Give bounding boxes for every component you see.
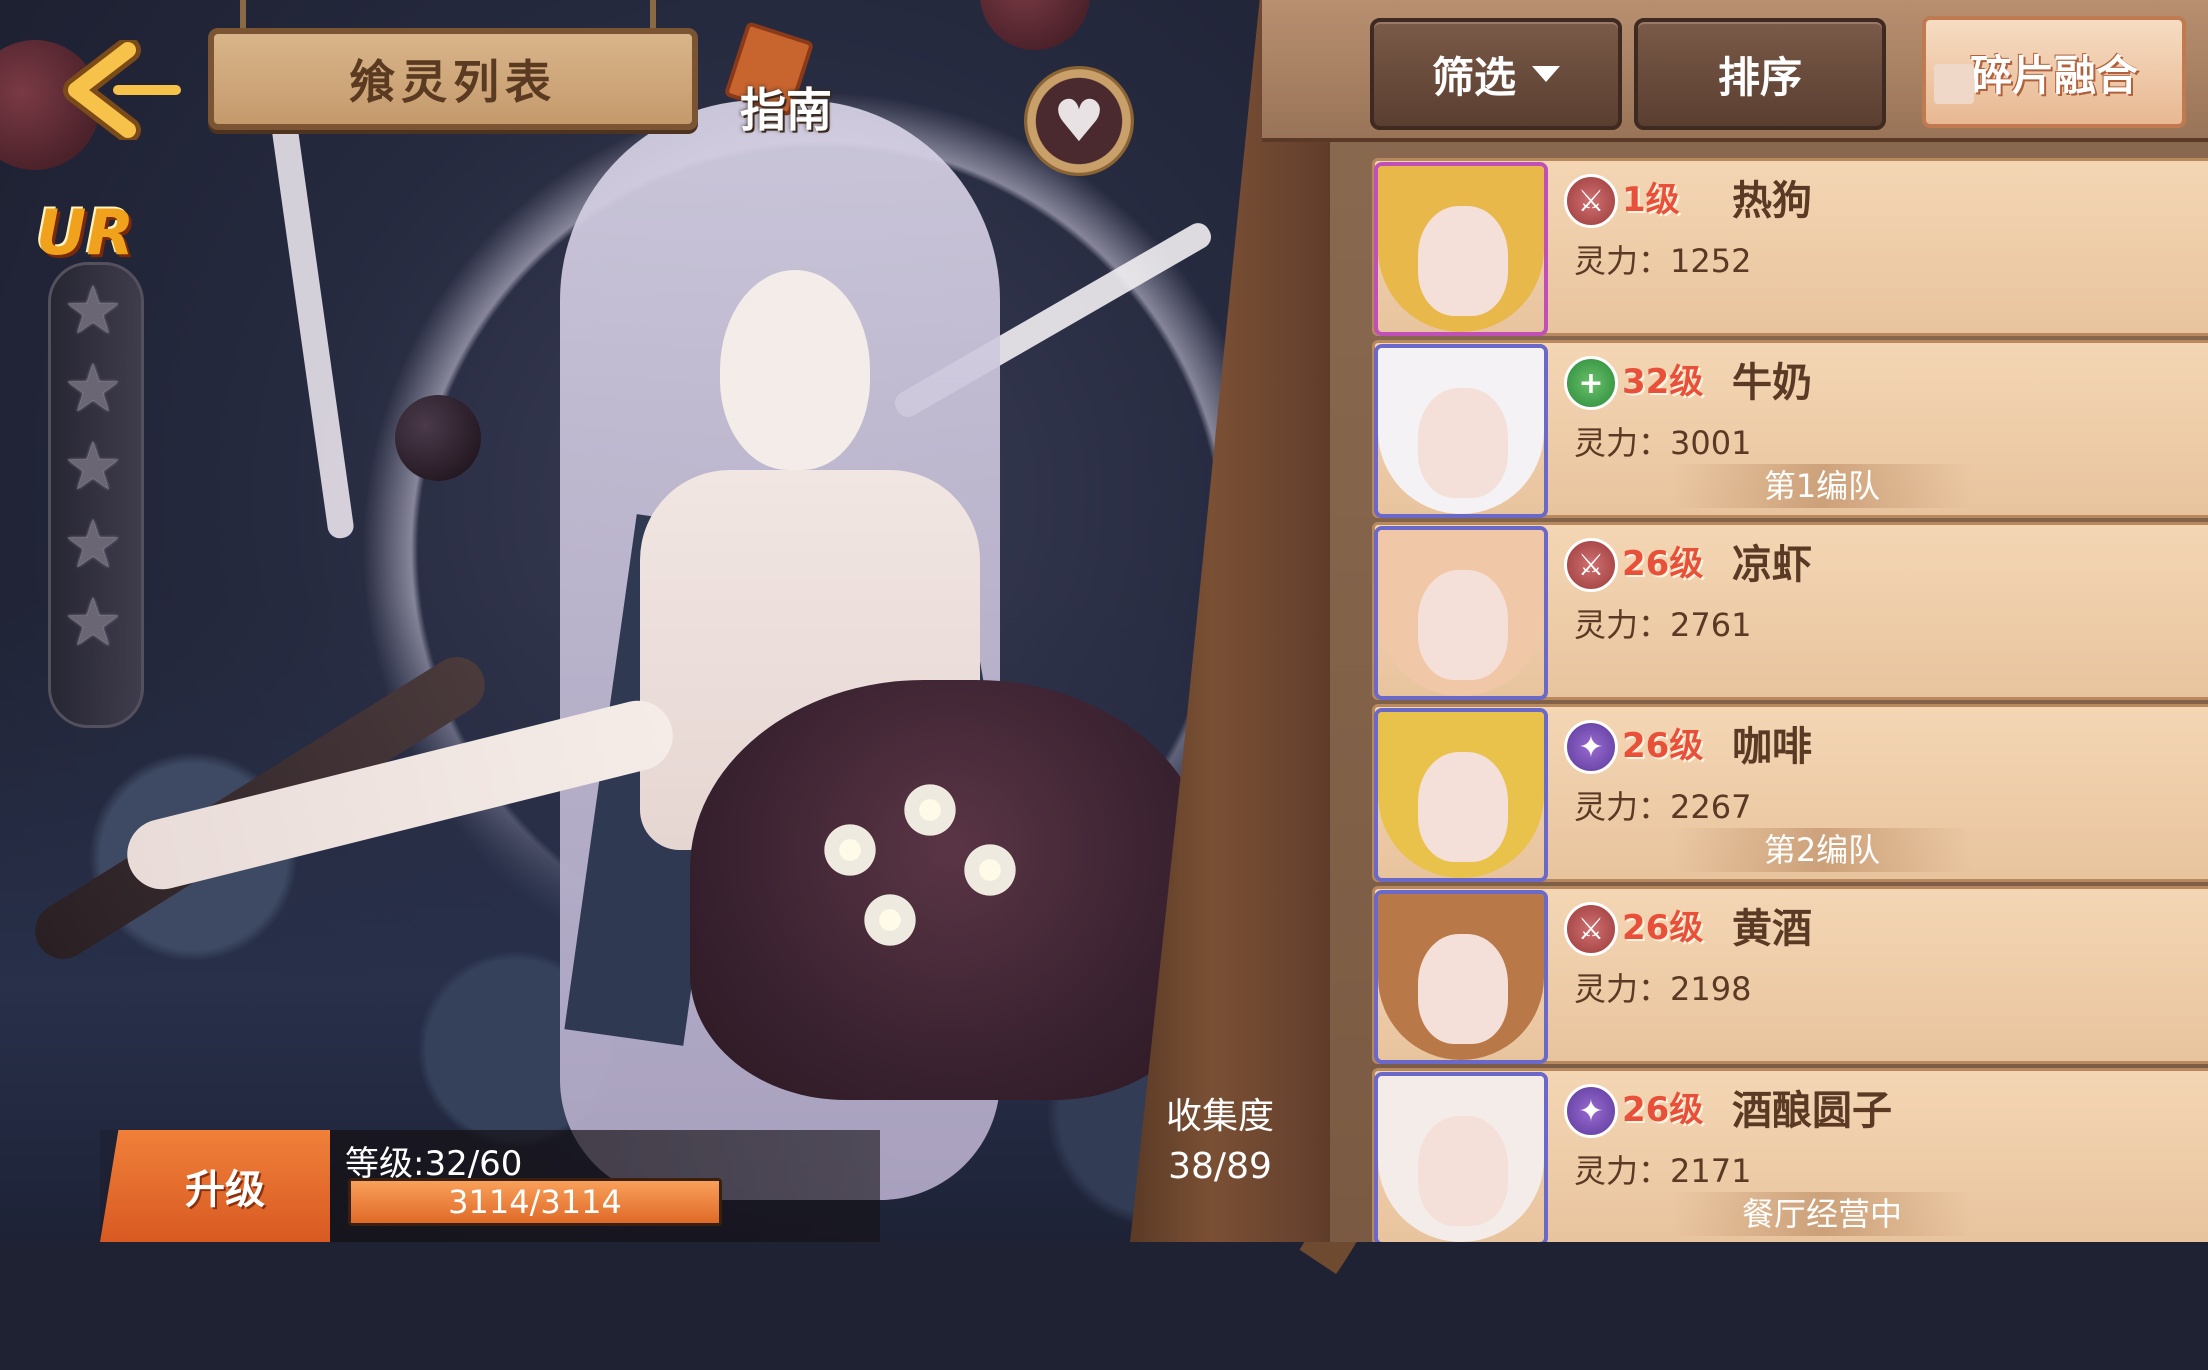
portrait-face	[1418, 388, 1508, 498]
portrait-face	[1418, 1116, 1508, 1226]
card-power: 灵力：3001	[1574, 424, 1752, 462]
character-portrait	[1374, 526, 1548, 700]
puzzle-icon	[1934, 64, 1974, 104]
character-portrait	[1374, 344, 1548, 518]
star-icon: ★	[63, 506, 123, 583]
card-level: 26级	[1622, 544, 1704, 584]
crossed-swords-icon: ⚔	[1564, 174, 1618, 228]
orb-pendant	[395, 395, 481, 481]
card-level: 1级	[1622, 180, 1680, 220]
card-name: 咖啡	[1732, 724, 1812, 770]
character-card[interactable]: + 32级 牛奶 灵力：3001 第1编队	[1372, 340, 2208, 518]
star-icon: ★	[63, 272, 123, 349]
portrait-face	[1418, 570, 1508, 680]
card-power: 灵力：2171	[1574, 1152, 1752, 1190]
character-portrait	[1374, 890, 1548, 1064]
star-icon: ★	[63, 584, 123, 661]
card-level: 26级	[1622, 726, 1704, 766]
sort-label: 排序	[1717, 52, 1802, 102]
card-name: 牛奶	[1732, 360, 1812, 406]
ribbon	[270, 120, 356, 540]
back-button[interactable]	[58, 37, 188, 143]
collection-value: 38/89	[1168, 1146, 1272, 1187]
heart-icon: ♥	[1053, 87, 1105, 155]
collection-progress: 收集度 38/89	[1160, 1092, 1280, 1192]
plus-icon: +	[1564, 356, 1618, 410]
crossed-swords-icon: ⚔	[1564, 538, 1618, 592]
card-team-tag: 餐厅经营中	[1672, 1192, 1972, 1236]
portrait-face	[1418, 206, 1508, 316]
filter-label: 筛选	[1431, 52, 1516, 102]
card-team-tag: 第2编队	[1672, 828, 1972, 872]
card-power: 灵力：1252	[1574, 242, 1752, 280]
character-card[interactable]: ⚔ 1级 热狗 灵力：1252	[1372, 158, 2208, 336]
page-title-board: 飨灵列表	[208, 28, 698, 130]
character-card[interactable]: ✦ 26级 酒酿圆子 灵力：2171 餐厅经营中	[1372, 1068, 2208, 1242]
card-level: 26级	[1622, 1090, 1704, 1130]
back-arrow-icon	[63, 37, 181, 143]
card-power: 灵力：2761	[1574, 606, 1752, 644]
portrait-face	[1418, 752, 1508, 862]
sign-rope	[240, 0, 246, 30]
collection-label: 收集度	[1165, 1096, 1274, 1137]
card-name: 热狗	[1732, 178, 1812, 224]
star-icon: ✦	[1564, 1084, 1618, 1138]
flower	[820, 820, 880, 880]
filter-button[interactable]: 筛选	[1370, 18, 1622, 130]
card-power: 灵力：2267	[1574, 788, 1752, 826]
flower	[860, 890, 920, 950]
character-card[interactable]: ✦ 26级 咖啡 灵力：2267 第2编队	[1372, 704, 2208, 882]
card-name: 酒酿圆子	[1732, 1088, 1892, 1134]
star-icon: ★	[63, 428, 123, 505]
crossed-swords-icon: ⚔	[1564, 902, 1618, 956]
character-card[interactable]: ⚔ 26级 凉虾 灵力：2761	[1372, 522, 2208, 700]
card-level: 32级	[1622, 362, 1704, 402]
card-team-tag: 第1编队	[1672, 464, 1972, 508]
upgrade-button[interactable]: 升级	[100, 1130, 330, 1242]
portrait-face	[1418, 934, 1508, 1044]
exp-text: 3114/3114	[448, 1183, 622, 1221]
sort-button[interactable]: 排序	[1634, 18, 1886, 130]
card-power: 灵力：2198	[1574, 970, 1752, 1008]
character-portrait	[1374, 162, 1548, 336]
card-name: 黄酒	[1732, 906, 1812, 952]
character-list[interactable]: ⚔ 1级 热狗 灵力：1252 + 32级 牛奶 灵力：3001 第1编队 ⚔ …	[1372, 148, 2208, 1242]
page-title: 飨灵列表	[349, 55, 557, 109]
sign-rope	[650, 0, 656, 30]
star-icon: ★	[63, 350, 123, 427]
character-portrait	[1374, 1072, 1548, 1242]
guide-label: 指南	[740, 83, 832, 137]
rarity-badge: UR	[36, 196, 135, 269]
card-name: 凉虾	[1732, 542, 1812, 588]
shard-fusion-button[interactable]: 碎片融合	[1922, 16, 2186, 128]
star-icon: ✦	[1564, 720, 1618, 774]
card-level: 26级	[1622, 908, 1704, 948]
guide-button[interactable]: 指南	[720, 21, 840, 137]
character-portrait	[1374, 708, 1548, 882]
upgrade-label: 升级	[185, 1167, 265, 1213]
favorite-button[interactable]: ♥	[1024, 66, 1134, 176]
character-face	[720, 270, 870, 470]
character-card[interactable]: ⚔ 26级 黄酒 灵力：2198	[1372, 886, 2208, 1064]
chevron-down-icon	[1532, 66, 1560, 82]
shard-fusion-label: 碎片融合	[1969, 50, 2138, 100]
exp-bar: 3114/3114	[348, 1178, 722, 1226]
